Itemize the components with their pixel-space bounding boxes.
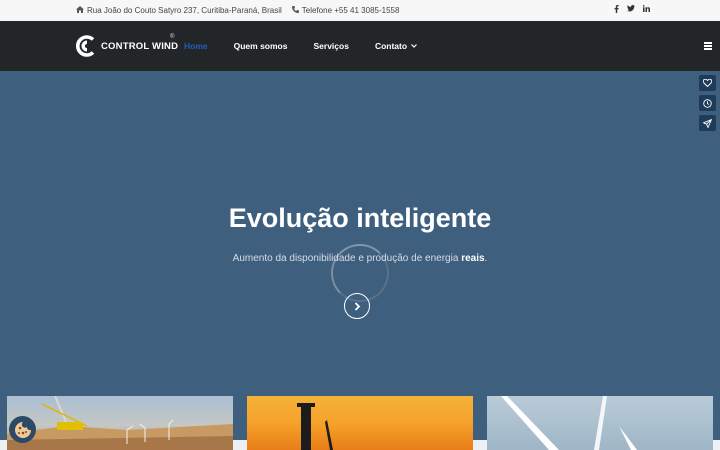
phone-text[interactable]: Telefone +55 41 3085-1558 — [302, 6, 400, 15]
logo[interactable]: CONTROL WIND ® — [76, 34, 179, 57]
facebook-icon[interactable] — [612, 5, 620, 15]
cookie-settings-button[interactable] — [9, 416, 36, 443]
hero-subtitle-bold: reais — [461, 253, 485, 264]
logo-mark-icon — [76, 35, 95, 57]
hero-subtitle: Aumento da disponibilidade e produção de… — [0, 253, 720, 264]
top-info-bar: Rua João do Couto Satyro 237, Curitiba-P… — [0, 0, 720, 21]
logo-text: CONTROL WIND — [101, 40, 179, 52]
twitter-icon[interactable] — [627, 5, 635, 15]
nav-item-label: Quem somos — [233, 41, 288, 51]
nav-item-label: Contato — [374, 41, 408, 51]
share-button[interactable] — [699, 115, 716, 131]
main-navbar: CONTROL WIND ® Home Quem somos Serviços … — [0, 21, 720, 71]
cookie-icon — [14, 421, 31, 438]
home-icon — [76, 6, 84, 15]
history-button[interactable] — [699, 95, 716, 111]
wind-farm-construction-image[interactable] — [7, 396, 233, 450]
phone-icon — [291, 6, 299, 15]
nav-item-contato[interactable]: Contato — [375, 41, 417, 51]
clock-icon — [703, 98, 712, 108]
hamburger-menu-icon[interactable] — [704, 42, 712, 52]
nav-item-label: Home — [184, 41, 208, 51]
chevron-right-icon — [354, 301, 360, 311]
nav-item-servicos[interactable]: Serviços — [313, 41, 348, 51]
hero-subtitle-end: . — [484, 253, 488, 264]
nav-item-quem-somos[interactable]: Quem somos — [234, 41, 288, 51]
nav-item-home[interactable]: Home — [184, 41, 208, 51]
nav-item-label: Serviços — [313, 41, 349, 51]
address-text: Rua João do Couto Satyro 237, Curitiba-P… — [87, 6, 282, 15]
turbine-blades-image[interactable] — [487, 396, 713, 450]
hero-subtitle-text: Aumento da disponibilidade e produção de… — [232, 253, 462, 264]
main-menu: Home Quem somos Serviços Contato — [184, 41, 443, 51]
linkedin-icon[interactable] — [642, 5, 650, 15]
favorite-button[interactable] — [699, 75, 716, 91]
logo-registered-mark: ® — [170, 34, 175, 40]
turbine-sunset-image[interactable] — [247, 396, 473, 450]
hero-title: Evolução inteligente — [228, 203, 492, 233]
chevron-down-icon — [411, 43, 417, 50]
heart-icon — [703, 79, 712, 87]
send-icon — [703, 118, 712, 128]
hero-next-button[interactable] — [344, 293, 370, 319]
